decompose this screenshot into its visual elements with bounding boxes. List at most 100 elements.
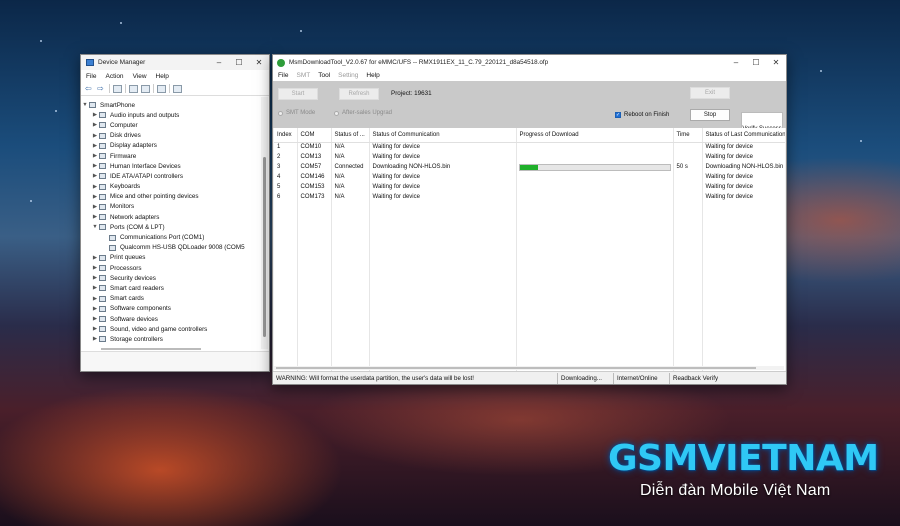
- collapse-arrow-icon[interactable]: ▼: [81, 102, 89, 108]
- table-row[interactable]: 4 COM146 N/A Waiting for device Waiting for …: [274, 172, 785, 182]
- column-header-time[interactable]: Time: [673, 128, 703, 143]
- scan-hardware-icon[interactable]: [173, 84, 182, 93]
- tree-category[interactable]: ▶ Smart cards: [81, 294, 260, 304]
- msm-titlebar[interactable]: MsmDownloadTool_V2.0.67 for eMMC/UFS -- …: [273, 55, 786, 70]
- star: [860, 140, 862, 142]
- toolbar-separator: [109, 84, 110, 93]
- column-header-com[interactable]: COM: [297, 128, 332, 143]
- table-row[interactable]: 2 COM13 N/A Waiting for device Waiting for d…: [274, 152, 785, 162]
- expand-arrow-icon[interactable]: ▶: [91, 163, 99, 169]
- menu-tool[interactable]: Tool: [318, 72, 330, 79]
- scrollbar-thumb[interactable]: [101, 348, 201, 350]
- expand-arrow-icon[interactable]: ▶: [91, 143, 99, 149]
- toolbar-separator: [169, 84, 170, 93]
- tree-category-label: Disk drives: [110, 132, 141, 140]
- table-row[interactable]: 1 COM10 N/A Waiting for device Waiting for d…: [274, 142, 785, 152]
- tree-category[interactable]: ▶ Software devices: [81, 314, 260, 324]
- expand-arrow-icon[interactable]: ▶: [91, 122, 99, 128]
- menu-help[interactable]: Help: [366, 72, 379, 79]
- tree-category[interactable]: ▶ Firmware: [81, 151, 260, 161]
- menu-help[interactable]: Help: [156, 73, 169, 80]
- expand-arrow-icon[interactable]: ▶: [91, 265, 99, 271]
- tree-category[interactable]: ▶ Processors: [81, 263, 260, 273]
- column-header-last-communication[interactable]: Status of Last Communication: [702, 128, 785, 143]
- tree-device[interactable]: Communications Port (COM1): [81, 232, 260, 242]
- tree-category[interactable]: ▶ Print queues: [81, 253, 260, 263]
- reboot-on-finish-checkbox[interactable]: ✓ Reboot on Finish: [615, 112, 669, 118]
- menu-file[interactable]: File: [278, 72, 288, 79]
- expand-arrow-icon[interactable]: ▶: [91, 184, 99, 190]
- tree-category[interactable]: ▼ Ports (COM & LPT): [81, 222, 260, 232]
- stop-button[interactable]: Stop: [690, 109, 730, 121]
- show-hide-console-tree-icon[interactable]: [113, 84, 122, 93]
- tree-category[interactable]: ▶ Sound, video and game controllers: [81, 324, 260, 334]
- expand-arrow-icon[interactable]: ▶: [91, 275, 99, 281]
- expand-arrow-icon[interactable]: ▶: [91, 285, 99, 291]
- cell-time: [673, 152, 703, 162]
- table-row[interactable]: 3 COM57 Connected Downloading NON-HLOS.bin 5…: [274, 162, 785, 172]
- grid-horizontal-scrollbar[interactable]: [274, 366, 784, 370]
- close-icon[interactable]: ✕: [249, 58, 269, 67]
- maximize-icon[interactable]: ☐: [746, 58, 766, 67]
- tree-category-label: Security devices: [110, 274, 156, 282]
- column-header-progress[interactable]: Progress of Download: [516, 128, 674, 143]
- minimize-icon[interactable]: –: [209, 58, 229, 67]
- cpu-icon: [99, 265, 106, 272]
- tree-category[interactable]: ▶ Keyboards: [81, 182, 260, 192]
- collapse-arrow-icon[interactable]: ▼: [91, 224, 99, 230]
- tree-device[interactable]: Qualcomm HS-USB QDLoader 9008 (COM5: [81, 243, 260, 253]
- update-driver-icon[interactable]: [157, 84, 166, 93]
- menu-action[interactable]: Action: [105, 73, 123, 80]
- close-icon[interactable]: ✕: [766, 58, 786, 67]
- table-row[interactable]: 6 COM173 N/A Waiting for device Waiting for …: [274, 192, 785, 202]
- column-header-communication[interactable]: Status of Communication: [369, 128, 517, 143]
- tree-category[interactable]: ▶ Network adapters: [81, 212, 260, 222]
- menu-file[interactable]: File: [86, 73, 96, 80]
- cell-index: 1: [274, 142, 298, 152]
- expand-arrow-icon[interactable]: ▶: [91, 326, 99, 332]
- expand-arrow-icon[interactable]: ▶: [91, 112, 99, 118]
- help-icon[interactable]: [129, 84, 138, 93]
- tree-category[interactable]: ▶ Storage controllers: [81, 334, 260, 344]
- tree-category[interactable]: ▶ Software components: [81, 304, 260, 314]
- maximize-icon[interactable]: ☐: [229, 58, 249, 67]
- minimize-icon[interactable]: –: [726, 58, 746, 67]
- expand-arrow-icon[interactable]: ▶: [91, 255, 99, 261]
- column-header-index[interactable]: Index: [274, 128, 298, 143]
- tree-category[interactable]: ▶ Mice and other pointing devices: [81, 192, 260, 202]
- scrollbar-thumb[interactable]: [263, 157, 266, 337]
- tree-category[interactable]: ▶ Human Interface Devices: [81, 161, 260, 171]
- scrollbar-thumb[interactable]: [276, 367, 756, 369]
- star: [40, 40, 42, 42]
- expand-arrow-icon[interactable]: ▶: [91, 296, 99, 302]
- tree-root[interactable]: ▼ SmartPhone: [81, 100, 260, 110]
- expand-arrow-icon[interactable]: ▶: [91, 133, 99, 139]
- tree-category[interactable]: ▶ Smart card readers: [81, 283, 260, 293]
- table-row[interactable]: 5 COM153 N/A Waiting for device Waiting for …: [274, 182, 785, 192]
- expand-arrow-icon[interactable]: ▶: [91, 204, 99, 210]
- back-arrow-icon[interactable]: ⇦: [85, 84, 94, 93]
- properties-icon[interactable]: [141, 84, 150, 93]
- tree-category[interactable]: ▶ Computer: [81, 120, 260, 130]
- tree-category[interactable]: ▶ Display adapters: [81, 141, 260, 151]
- device-manager-titlebar[interactable]: Device Manager – ☐ ✕: [81, 55, 269, 70]
- cell-communication: Waiting for device: [369, 182, 517, 192]
- cell-communication: Waiting for device: [369, 152, 517, 162]
- device-tree-vertical-scrollbar[interactable]: [261, 97, 268, 349]
- expand-arrow-icon[interactable]: ▶: [91, 306, 99, 312]
- tree-category[interactable]: ▶ Disk drives: [81, 131, 260, 141]
- tree-category[interactable]: ▶ IDE ATA/ATAPI controllers: [81, 171, 260, 181]
- tree-category[interactable]: ▶ Security devices: [81, 273, 260, 283]
- expand-arrow-icon[interactable]: ▶: [91, 336, 99, 342]
- column-header-status[interactable]: Status of ...: [331, 128, 370, 143]
- tree-category[interactable]: ▶ Audio inputs and outputs: [81, 110, 260, 120]
- after-sales-label: After-sales Upgrad: [342, 110, 393, 116]
- forward-arrow-icon[interactable]: ⇨: [97, 84, 106, 93]
- expand-arrow-icon[interactable]: ▶: [91, 214, 99, 220]
- tree-category[interactable]: ▶ Monitors: [81, 202, 260, 212]
- expand-arrow-icon[interactable]: ▶: [91, 173, 99, 179]
- expand-arrow-icon[interactable]: ▶: [91, 316, 99, 322]
- expand-arrow-icon[interactable]: ▶: [91, 194, 99, 200]
- menu-view[interactable]: View: [133, 73, 147, 80]
- expand-arrow-icon[interactable]: ▶: [91, 153, 99, 159]
